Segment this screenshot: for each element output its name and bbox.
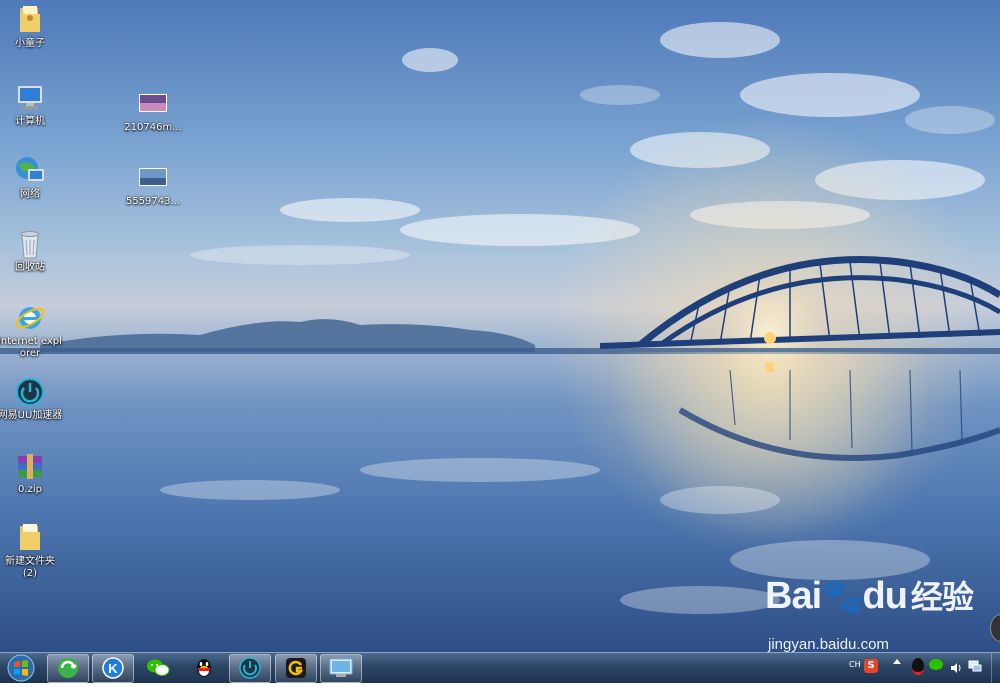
computer-icon <box>14 82 46 114</box>
icon-label: 5559743... <box>125 196 181 207</box>
taskbar-remote-desktop[interactable] <box>320 654 362 683</box>
volume-icon[interactable] <box>950 659 962 673</box>
desktop[interactable]: 小童子 计算机 网络 回收站 internet explorer 网易UU加速器 <box>0 0 1000 652</box>
remote-desktop-icon <box>329 658 353 677</box>
icon-label: 210746m... <box>124 122 182 133</box>
desktop-icon-user-folder[interactable]: 小童子 <box>0 4 63 50</box>
desktop-icon-image-1[interactable]: 210746m... <box>120 88 186 134</box>
desktop-icon-recycle-bin[interactable]: 回收站 <box>0 228 63 274</box>
desktop-icon-image-2[interactable]: 5559743... <box>120 162 186 208</box>
taskbar-kugou[interactable]: K <box>92 654 134 683</box>
g-app-icon <box>286 658 306 678</box>
icon-label: 0.zip <box>18 484 42 495</box>
windows-logo-icon <box>7 654 35 682</box>
icon-label: internet explorer <box>0 336 62 359</box>
show-hidden-icons-arrow[interactable] <box>893 659 901 664</box>
uu-accelerator-icon <box>239 657 261 679</box>
360-browser-icon <box>58 658 78 678</box>
folder-icon <box>14 522 46 554</box>
taskbar-360-browser[interactable] <box>47 654 89 683</box>
show-desktop-button[interactable] <box>991 653 1000 683</box>
taskbar-wechat[interactable] <box>138 654 178 681</box>
taskbar-qq[interactable] <box>184 654 224 681</box>
kugou-icon: K <box>102 657 124 679</box>
ie-icon <box>14 302 46 334</box>
icon-label: 新建文件夹 (2) <box>5 556 55 579</box>
qq-tray-icon[interactable] <box>912 658 924 675</box>
image-thumbnail-icon <box>137 88 169 120</box>
wechat-icon <box>147 659 170 676</box>
desktop-icon-uu-accelerator[interactable]: 网易UU加速器 <box>0 376 63 422</box>
desktop-icon-network[interactable]: 网络 <box>0 155 63 201</box>
desktop-icon-new-folder[interactable]: 新建文件夹 (2) <box>0 522 63 580</box>
icon-label: 网易UU加速器 <box>0 410 63 421</box>
icon-label: 计算机 <box>15 116 45 127</box>
desktop-icon-zip[interactable]: 0.zip <box>0 450 63 496</box>
folder-icon <box>14 4 46 36</box>
taskbar: K CH S <box>0 652 1000 683</box>
network-icon <box>14 155 46 187</box>
icon-label: 小童子 <box>15 38 45 49</box>
svg-text:K: K <box>108 661 118 676</box>
icon-label: 回收站 <box>15 262 45 273</box>
sogou-input-icon[interactable]: S <box>864 659 878 673</box>
wechat-tray-icon[interactable] <box>929 659 943 670</box>
network-tray-icon[interactable] <box>968 658 982 672</box>
desktop-icon-internet-explorer[interactable]: internet explorer <box>0 302 63 360</box>
taskbar-g-app[interactable] <box>275 654 317 683</box>
qq-icon <box>197 659 211 677</box>
language-indicator[interactable]: CH <box>849 660 861 669</box>
winrar-archive-icon <box>14 450 46 482</box>
recycle-bin-icon <box>14 228 46 260</box>
image-thumbnail-icon <box>137 162 169 194</box>
start-button[interactable] <box>4 653 38 683</box>
icon-label: 网络 <box>20 189 40 200</box>
desktop-icon-computer[interactable]: 计算机 <box>0 82 63 128</box>
taskbar-uu-accelerator[interactable] <box>229 654 271 683</box>
uu-accelerator-icon <box>14 376 46 408</box>
